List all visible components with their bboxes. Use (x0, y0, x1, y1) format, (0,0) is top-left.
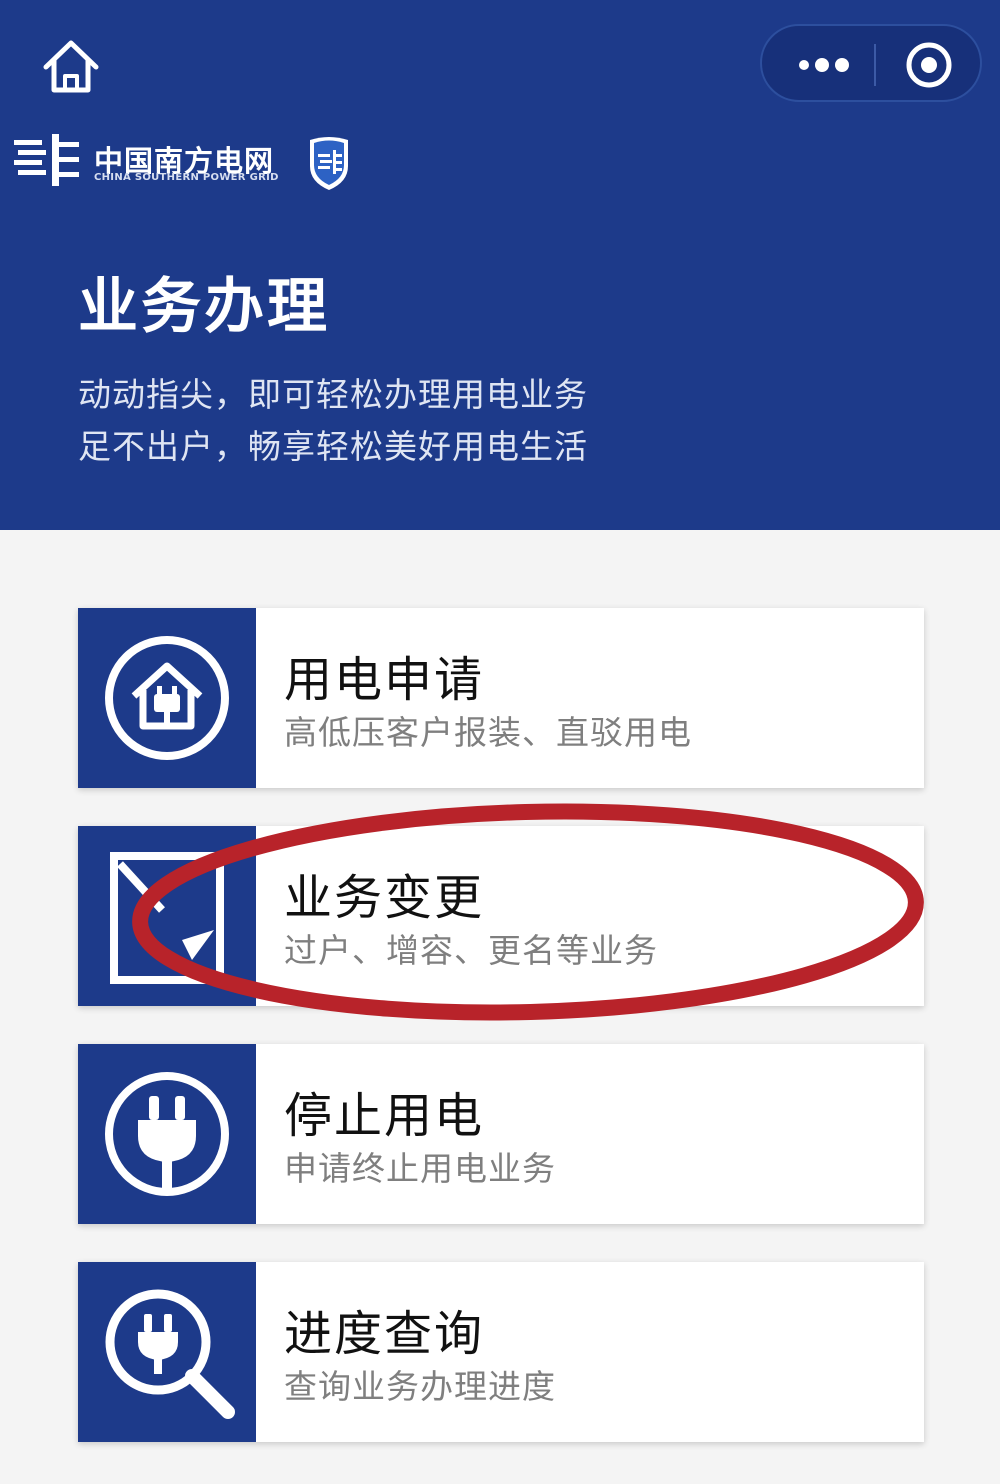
house-plug-icon (105, 636, 229, 760)
service-card-progress[interactable]: 进度查询 查询业务办理进度 (78, 1262, 924, 1442)
logo-english-name: CHINA SOUTHERN POWER GRID (94, 172, 279, 183)
page-title: 业务办理 (78, 272, 330, 342)
service-icon-box (78, 1044, 256, 1224)
header: 中国南方电网 CHINA SOUTHERN POWER GRID 业务办理 动动… (0, 0, 1000, 530)
document-edit-icon (110, 852, 224, 984)
service-description: 查询业务办理进度 (284, 1367, 556, 1406)
service-icon-box (78, 1262, 256, 1442)
search-plug-icon (105, 1289, 235, 1419)
home-icon[interactable] (38, 34, 104, 100)
power-grid-logo-icon (14, 134, 79, 186)
shield-icon (310, 137, 348, 190)
subtitle-line-2: 足不出户，畅享轻松美好用电生活 (78, 427, 588, 466)
service-icon-box (78, 608, 256, 788)
plug-icon (105, 1072, 229, 1196)
service-card-stop[interactable]: 停止用电 申请终止用电业务 (78, 1044, 924, 1224)
service-title: 业务变更 (284, 870, 485, 926)
service-title: 停止用电 (284, 1088, 485, 1144)
service-card-apply[interactable]: 用电申请 高低压客户报装、直驳用电 (78, 608, 924, 788)
brand-logo: 中国南方电网 CHINA SOUTHERN POWER GRID (14, 130, 359, 194)
service-description: 申请终止用电业务 (284, 1149, 556, 1188)
service-title: 用电申请 (284, 652, 485, 708)
subtitle-line-1: 动动指尖，即可轻松办理用电业务 (78, 375, 588, 414)
service-icon-box (78, 826, 256, 1006)
more-icon[interactable] (788, 26, 878, 104)
service-card-change[interactable]: 业务变更 过户、增容、更名等业务 (78, 826, 924, 1006)
service-description: 高低压客户报装、直驳用电 (284, 713, 692, 752)
service-description: 过户、增容、更名等业务 (284, 931, 658, 970)
capsule-divider (874, 44, 876, 86)
service-title: 进度查询 (284, 1306, 485, 1362)
mini-program-capsule (760, 24, 982, 102)
target-close-icon[interactable] (900, 36, 958, 94)
